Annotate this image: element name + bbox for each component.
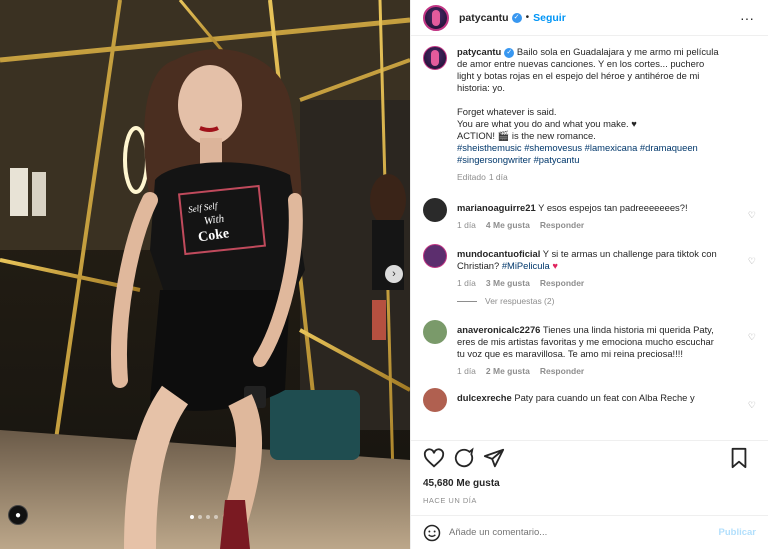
hashtags-line[interactable]: #singersongwriter #patycantu bbox=[457, 154, 579, 165]
comment-item: dulcexreche Paty para cuando un feat con… bbox=[423, 388, 756, 412]
reply-button[interactable]: Responder bbox=[540, 220, 584, 230]
comment-likes[interactable]: 4 Me gusta bbox=[486, 220, 530, 230]
comment-item: anaveronicalc2276 Tienes una linda histo… bbox=[423, 320, 756, 376]
post-actions-bar bbox=[411, 440, 768, 474]
caption-line: Forget whatever is said. bbox=[457, 106, 557, 117]
verified-badge-icon: ✓ bbox=[504, 47, 515, 58]
carousel-dots bbox=[190, 515, 218, 519]
caption-text: patycantu ✓ Bailo sola en Guadalajara y m… bbox=[457, 46, 719, 166]
carousel-dot bbox=[198, 515, 202, 519]
tagged-users-icon[interactable]: ● bbox=[8, 505, 28, 525]
comment-item: marianoaguirre21 Y esos espejos tan padr… bbox=[423, 198, 756, 230]
comment-text: eres de mis artistas favoritas y me emoc… bbox=[457, 336, 714, 347]
caption-line: You are what you do and what you make. ♥ bbox=[457, 118, 637, 129]
comment-username[interactable]: dulcexreche bbox=[457, 392, 512, 403]
edited-label: Editado bbox=[457, 172, 486, 182]
follow-button[interactable]: Seguir bbox=[533, 12, 566, 24]
post-date: HACE UN DÍA bbox=[423, 496, 477, 505]
carousel-dot bbox=[190, 515, 194, 519]
hashtags-line[interactable]: #sheisthemusic #shemovesus #lamexicana #… bbox=[457, 142, 698, 153]
comment-time: 1 día bbox=[457, 366, 476, 376]
separator-dot: • bbox=[525, 12, 530, 23]
author-username[interactable]: patycantu bbox=[459, 12, 509, 24]
comment-text: Y esos espejos tan padreeeeeees?! bbox=[538, 202, 688, 213]
verified-badge-icon: ✓ bbox=[511, 12, 522, 23]
publish-button[interactable]: Publicar bbox=[719, 527, 757, 538]
caption-line: ACTION! 🎬 is the new romance. bbox=[457, 130, 596, 141]
comment-time: 1 día bbox=[457, 278, 476, 288]
more-options-icon[interactable]: ··· bbox=[740, 10, 754, 26]
comment-input[interactable] bbox=[449, 527, 719, 538]
caption-line: historia: yo. bbox=[457, 82, 505, 93]
comment-avatar[interactable] bbox=[423, 320, 447, 344]
comment-text: Tienes una linda historia mi querida Pat… bbox=[542, 324, 714, 335]
caption-line: light y botas rojas en el espejo del hér… bbox=[457, 70, 700, 81]
likes-count[interactable]: 45,680 Me gusta bbox=[411, 474, 768, 489]
comment-composer: Publicar bbox=[411, 515, 768, 549]
caption-block: patycantu ✓ Bailo sola en Guadalajara y m… bbox=[423, 46, 756, 182]
comment-item: mundocantuoficial Y si te armas un chall… bbox=[423, 244, 756, 288]
caption-avatar[interactable] bbox=[423, 46, 447, 70]
like-comment-icon[interactable]: ♡ bbox=[748, 256, 756, 267]
reply-button[interactable]: Responder bbox=[540, 366, 584, 376]
carousel-next-button[interactable]: › bbox=[385, 265, 403, 283]
comment-likes[interactable]: 2 Me gusta bbox=[486, 366, 530, 376]
carousel-dot bbox=[206, 515, 210, 519]
reply-button[interactable]: Responder bbox=[540, 278, 584, 288]
emoji-icon[interactable] bbox=[423, 524, 441, 542]
view-replies-button[interactable]: Ver respuestas (2) bbox=[457, 296, 756, 306]
comment-text: Christian? bbox=[457, 260, 502, 271]
share-send-icon[interactable] bbox=[483, 447, 505, 469]
comment-likes[interactable]: 3 Me gusta bbox=[486, 278, 530, 288]
post-photo[interactable]: Self Self With Coke › ● bbox=[0, 0, 410, 549]
comment-hashtag[interactable]: #MiPelicula bbox=[502, 260, 550, 271]
bookmark-icon[interactable] bbox=[728, 447, 750, 469]
photo-illustration: Self Self With Coke bbox=[0, 0, 410, 549]
comment-avatar[interactable] bbox=[423, 388, 447, 412]
comment-text: tu voz que es maravillosa. Te amo mi rei… bbox=[457, 348, 683, 359]
view-replies-label: Ver respuestas (2) bbox=[485, 296, 555, 306]
comment-username[interactable]: anaveronicalc2276 bbox=[457, 324, 540, 335]
like-comment-icon[interactable]: ♡ bbox=[748, 332, 756, 343]
caption-meta: Editado 1 día bbox=[457, 172, 719, 182]
comment-username[interactable]: mundocantuoficial bbox=[457, 248, 540, 259]
like-heart-icon[interactable] bbox=[423, 447, 445, 469]
post-modal: Self Self With Coke › ● patycantu ✓ • Se… bbox=[0, 0, 768, 549]
comments-list[interactable]: patycantu ✓ Bailo sola en Guadalajara y m… bbox=[411, 36, 768, 440]
carousel-dot bbox=[214, 515, 218, 519]
edited-time: 1 día bbox=[488, 172, 508, 182]
comment-avatar[interactable] bbox=[423, 244, 447, 268]
like-comment-icon[interactable]: ♡ bbox=[748, 210, 756, 221]
comment-bubble-icon[interactable] bbox=[453, 447, 475, 469]
comment-text: Y si te armas un challenge para tiktok c… bbox=[542, 248, 717, 259]
caption-username[interactable]: patycantu bbox=[457, 46, 501, 57]
post-side-panel: patycantu ✓ • Seguir ··· patycantu ✓ Bail… bbox=[410, 0, 768, 549]
comment-text: Paty para cuando un feat con Alba Reche … bbox=[514, 392, 695, 403]
caption-line: de amor entre nuevas canciones. Y en los… bbox=[457, 58, 705, 69]
author-avatar[interactable] bbox=[423, 4, 449, 31]
comment-time: 1 día bbox=[457, 220, 476, 230]
heart-emoji: ♥ bbox=[552, 260, 558, 271]
comment-username[interactable]: marianoaguirre21 bbox=[457, 202, 536, 213]
like-comment-icon[interactable]: ♡ bbox=[748, 400, 756, 411]
comment-avatar[interactable] bbox=[423, 198, 447, 222]
caption-line: Bailo sola en Guadalajara y me armo mi p… bbox=[516, 46, 719, 57]
post-header: patycantu ✓ • Seguir ··· bbox=[411, 0, 768, 36]
